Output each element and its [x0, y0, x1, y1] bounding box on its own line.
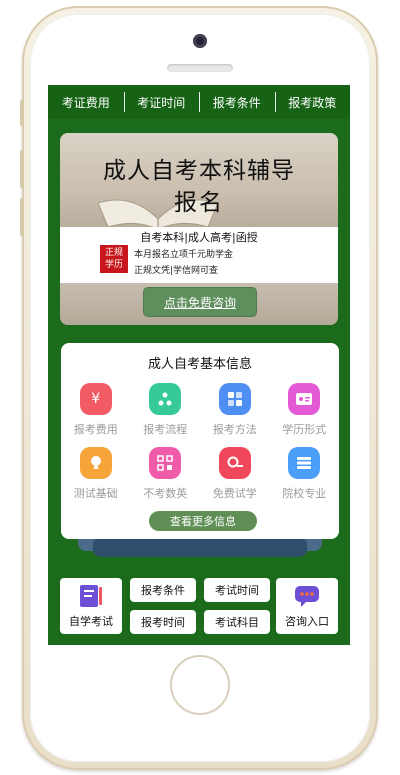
- banner-subtitle: 自考本科|成人高考|函授: [140, 231, 258, 244]
- list-icon: [288, 447, 321, 479]
- yen-icon: ¥: [79, 383, 112, 415]
- exam-subjects-button[interactable]: 考试科目: [204, 610, 270, 634]
- nav-item-fees[interactable]: 考证费用: [48, 85, 124, 119]
- volume-up-button: [20, 150, 24, 188]
- info-icon-grid: ¥ 报考费用 报考流程 报考方法 学历形式 测试基础 不考数英 免费试学 院校专…: [61, 383, 339, 501]
- banner-title-line2: 报名: [174, 190, 224, 216]
- official-badge: 正规 学历: [100, 245, 128, 273]
- free-consult-button[interactable]: 点击免费咨询: [144, 288, 256, 316]
- bulb-icon: [79, 447, 112, 479]
- register-time-button[interactable]: 报考时间: [130, 610, 196, 634]
- grid-item-test-basics[interactable]: 测试基础: [61, 447, 131, 501]
- grid-item-process[interactable]: 报考流程: [131, 383, 201, 437]
- badge-line2: 学历: [104, 260, 123, 270]
- top-nav: 考证费用 考证时间 报考条件 报考政策: [48, 85, 350, 119]
- basic-info-card: 成人自考基本信息 ¥ 报考费用 报考流程 报考方法 学历形式 测试基础 不考数英…: [61, 343, 339, 539]
- grid-item-method[interactable]: 报考方法: [200, 383, 270, 437]
- promo-text-1: 本月报名立项千元助学金: [134, 250, 234, 260]
- grid-label: 院校专业: [282, 487, 327, 500]
- grid-label: 报考方法: [212, 423, 257, 436]
- mute-switch: [20, 100, 24, 126]
- view-more-button[interactable]: 查看更多信息: [149, 511, 257, 531]
- chat-bubble-icon: [295, 586, 319, 607]
- earpiece-speaker: [167, 64, 233, 72]
- grid-item-free-trial[interactable]: 免费试学: [200, 447, 270, 501]
- grid-item-colleges-majors[interactable]: 院校专业: [270, 447, 340, 501]
- card-stack-shadow-2: [93, 537, 307, 557]
- grid-icon: [218, 383, 251, 415]
- self-study-label: 自学考试: [69, 615, 113, 628]
- flow-icon: [149, 383, 182, 415]
- nav-item-conditions[interactable]: 报考条件: [199, 85, 275, 119]
- quick-links: 自学考试 报考条件 考试时间 报考时间 考试科目 咨询入口: [60, 578, 340, 634]
- app-screen: 考证费用 考证时间 报考条件 报考政策 成人自考本科辅导 报名 自考本科|成人高…: [48, 85, 350, 645]
- banner-title: 成人自考本科辅导: [103, 158, 295, 184]
- consult-label: 咨询入口: [285, 615, 329, 628]
- home-button[interactable]: [170, 655, 230, 715]
- exam-time-button[interactable]: 考试时间: [204, 578, 270, 602]
- consult-button[interactable]: 咨询入口: [276, 578, 338, 634]
- search-doc-icon: [218, 447, 251, 479]
- grid-label: 测试基础: [73, 487, 118, 500]
- front-camera: [193, 34, 207, 48]
- nav-item-policy[interactable]: 报考政策: [274, 85, 351, 119]
- id-card-icon: [288, 383, 321, 415]
- info-card-title: 成人自考基本信息: [147, 357, 252, 372]
- volume-down-button: [20, 198, 24, 236]
- badge-line1: 正规: [104, 248, 123, 258]
- grid-label: 免费试学: [212, 487, 257, 500]
- grid-label: 报考费用: [73, 423, 118, 436]
- grid-item-degree-form[interactable]: 学历形式: [270, 383, 340, 437]
- grid-label: 学历形式: [282, 423, 327, 436]
- promo-text-2: 正规文凭|学信网可查: [134, 266, 219, 276]
- promo-banner[interactable]: 成人自考本科辅导 报名 自考本科|成人高考|函授 正规 学历 本月报名立项千元助…: [60, 133, 338, 325]
- notebook-icon: [80, 585, 102, 607]
- qr-icon: [149, 447, 182, 479]
- nav-item-exam-time[interactable]: 考证时间: [123, 85, 200, 119]
- grid-item-no-math-english[interactable]: 不考数英: [131, 447, 201, 501]
- conditions-button[interactable]: 报考条件: [130, 578, 196, 602]
- self-study-button[interactable]: 自学考试: [60, 578, 122, 634]
- grid-item-fees[interactable]: ¥ 报考费用: [61, 383, 131, 437]
- grid-label: 报考流程: [143, 423, 188, 436]
- grid-label: 不考数英: [143, 487, 188, 500]
